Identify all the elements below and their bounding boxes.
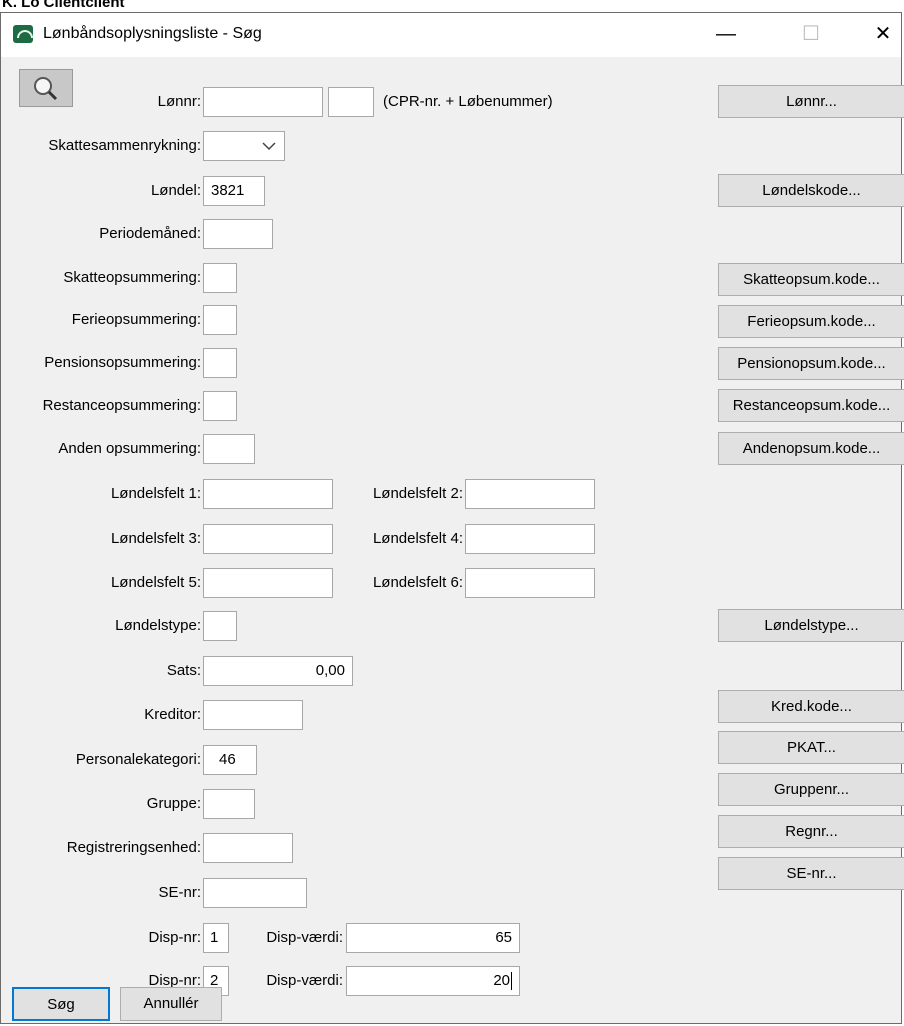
personalekategori-value: 46 xyxy=(219,751,236,768)
londelskode-button[interactable]: Løndelskode... xyxy=(718,174,904,207)
chevron-down-icon xyxy=(262,142,276,151)
sats-field[interactable]: 0,00 xyxy=(203,656,353,686)
sats-label: Sats: xyxy=(166,662,201,679)
anden-opsummering-field[interactable] xyxy=(203,434,255,464)
pkat-button[interactable]: PKAT... xyxy=(718,731,904,764)
app-logo-icon xyxy=(13,25,33,43)
londelsfelt-4-label: Løndelsfelt 4: xyxy=(372,530,463,547)
window-title: Lønbåndsoplysningsliste - Søg xyxy=(43,25,262,42)
londelsfelt-5-field[interactable] xyxy=(203,568,333,598)
periodemaaned-field[interactable] xyxy=(203,219,273,249)
pensionopsum-kode-button[interactable]: Pensionopsum.kode... xyxy=(718,347,904,380)
minimize-button[interactable]: — xyxy=(706,19,746,49)
lonnr-field[interactable] xyxy=(203,87,323,117)
restanceopsum-kode-button[interactable]: Restanceopsum.kode... xyxy=(718,389,904,422)
disp-vaerdi-2-value: 20 xyxy=(493,972,510,989)
londelsfelt-3-field[interactable] xyxy=(203,524,333,554)
se-nr-field[interactable] xyxy=(203,878,307,908)
disp-vaerdi-2-field[interactable]: 20 xyxy=(346,966,520,996)
disp-vaerdi-2-label: Disp-værdi: xyxy=(266,972,343,989)
andenopsum-kode-button[interactable]: Andenopsum.kode... xyxy=(718,432,904,465)
skattesammenrykning-label: Skattesammenrykning: xyxy=(48,137,201,154)
registreringsenhed-field[interactable] xyxy=(203,833,293,863)
search-button[interactable]: Søg xyxy=(12,987,110,1021)
cancel-button[interactable]: Annullér xyxy=(120,987,222,1021)
regnr-button[interactable]: Regnr... xyxy=(718,815,904,848)
anden-opsummering-label: Anden opsummering: xyxy=(58,440,201,457)
disp-vaerdi-1-field[interactable]: 65 xyxy=(346,923,520,953)
personalekategori-label: Personalekategori: xyxy=(75,751,201,768)
gruppe-label: Gruppe: xyxy=(146,795,201,812)
personalekategori-field[interactable]: 46 xyxy=(203,745,257,775)
skatteopsummering-label: Skatteopsummering: xyxy=(63,269,201,286)
londelsfelt-6-label: Løndelsfelt 6: xyxy=(372,574,463,591)
restanceopsummering-field[interactable] xyxy=(203,391,237,421)
search-dialog: Lønbåndsoplysningsliste - Søg — ☐ ✕ Lønn… xyxy=(0,12,904,1024)
skatteopsummering-field[interactable] xyxy=(203,263,237,293)
londelsfelt-1-field[interactable] xyxy=(203,479,333,509)
londelsfelt-6-field[interactable] xyxy=(465,568,595,598)
skattesammenrykning-select[interactable] xyxy=(203,131,285,161)
londelstype-label: Løndelstype: xyxy=(115,617,201,634)
lobenummer-field[interactable] xyxy=(328,87,374,117)
se-nr-button[interactable]: SE-nr... xyxy=(718,857,904,890)
disp-nr-1-field[interactable]: 1 xyxy=(203,923,229,953)
restanceopsummering-label: Restanceopsummering: xyxy=(42,397,201,414)
lonnr-lookup-button[interactable]: Lønnr... xyxy=(718,85,904,118)
londelsfelt-1-label: Løndelsfelt 1: xyxy=(110,485,201,502)
ferieopsum-kode-button[interactable]: Ferieopsum.kode... xyxy=(718,305,904,338)
pensionsopsummering-label: Pensionsopsummering: xyxy=(44,354,201,371)
text-caret xyxy=(511,972,512,991)
londelsfelt-4-field[interactable] xyxy=(465,524,595,554)
londelsfelt-5-label: Løndelsfelt 5: xyxy=(110,574,201,591)
skatteopsum-kode-button[interactable]: Skatteopsum.kode... xyxy=(718,263,904,296)
ferieopsummering-label: Ferieopsummering: xyxy=(71,311,201,328)
lonnr-hint: (CPR-nr. + Løbenummer) xyxy=(383,93,553,110)
registreringsenhed-label: Registreringsenhed: xyxy=(66,839,201,856)
title-bar: Lønbåndsoplysningsliste - Søg — ☐ ✕ xyxy=(1,13,901,57)
se-nr-label: SE-nr: xyxy=(158,884,201,901)
lonnr-label: Lønnr: xyxy=(157,93,201,110)
pensionsopsummering-field[interactable] xyxy=(203,348,237,378)
londelsfelt-2-field[interactable] xyxy=(465,479,595,509)
ferieopsummering-field[interactable] xyxy=(203,305,237,335)
londelstype-field[interactable] xyxy=(203,611,237,641)
app-title-text: K. Lo Clientclient xyxy=(2,0,125,11)
kred-kode-button[interactable]: Kred.kode... xyxy=(718,690,904,723)
maximize-button[interactable]: ☐ xyxy=(791,19,831,49)
kreditor-label: Kreditor: xyxy=(144,706,201,723)
disp-nr-1-label: Disp-nr: xyxy=(148,929,201,946)
skattesammenrykning-value xyxy=(204,137,210,154)
kreditor-field[interactable] xyxy=(203,700,303,730)
close-button[interactable]: ✕ xyxy=(863,19,903,49)
app-title-strip: K. Lo Clientclient xyxy=(0,0,904,12)
londel-field[interactable]: 3821 xyxy=(203,176,265,206)
gruppe-field[interactable] xyxy=(203,789,255,819)
londel-label: Løndel: xyxy=(150,182,201,199)
londelsfelt-3-label: Løndelsfelt 3: xyxy=(110,530,201,547)
londelsfelt-2-label: Løndelsfelt 2: xyxy=(372,485,463,502)
disp-vaerdi-1-label: Disp-værdi: xyxy=(266,929,343,946)
gruppenr-button[interactable]: Gruppenr... xyxy=(718,773,904,806)
londelstype-button[interactable]: Løndelstype... xyxy=(718,609,904,642)
periodemaaned-label: Periodemåned: xyxy=(99,225,201,242)
